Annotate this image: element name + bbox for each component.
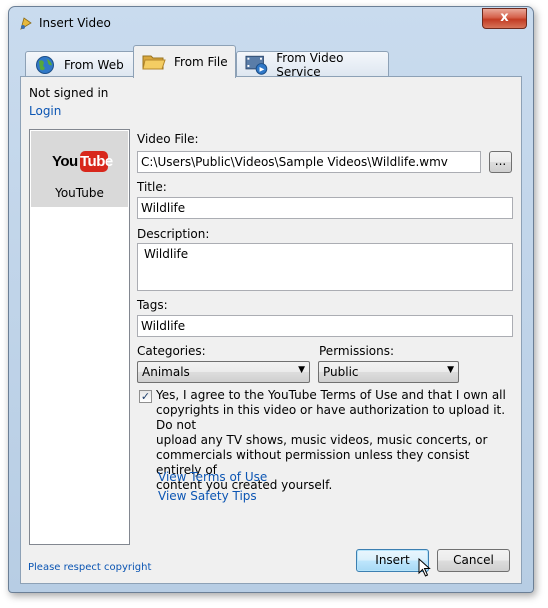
checkmark-icon: ✓: [140, 390, 151, 403]
service-list[interactable]: You Tube YouTube: [29, 129, 130, 545]
tags-field[interactable]: Wildlife: [137, 315, 513, 337]
tab-from-file[interactable]: From File: [133, 45, 236, 78]
mouse-cursor-icon: [418, 558, 431, 577]
view-terms-link[interactable]: View Terms of Use: [158, 470, 267, 484]
agree-checkbox[interactable]: ✓: [139, 390, 152, 403]
video-file-field[interactable]: C:\Users\Public\Videos\Sample Videos\Wil…: [137, 151, 481, 173]
sign-in-status: Not signed in: [29, 86, 109, 100]
insert-video-dialog: Insert Video x From Web From File From V…: [8, 6, 534, 593]
app-icon: [20, 17, 32, 30]
title-field[interactable]: Wildlife: [137, 197, 513, 219]
categories-value: Animals: [142, 365, 190, 379]
categories-label: Categories:: [137, 344, 206, 358]
tab-from-video-service[interactable]: From Video Service: [236, 50, 389, 79]
categories-select[interactable]: Animals ▼: [137, 361, 310, 383]
permissions-label: Permissions:: [319, 344, 395, 358]
title-bar[interactable]: Insert Video x: [9, 7, 533, 37]
globe-icon: [36, 55, 54, 74]
browse-button[interactable]: ...: [489, 151, 512, 173]
tab-label: From Web: [64, 57, 124, 72]
from-file-panel: Not signed in Login You Tube YouTube Vid…: [20, 76, 522, 584]
title-label: Title:: [137, 180, 167, 194]
service-name: YouTube: [55, 186, 104, 200]
login-link[interactable]: Login: [29, 104, 61, 118]
video-file-label: Video File:: [137, 132, 199, 146]
tab-label: From File: [174, 55, 228, 69]
permissions-value: Public: [323, 365, 359, 379]
dropdown-arrow-icon: ▼: [298, 365, 305, 375]
service-item-youtube[interactable]: You Tube YouTube: [31, 131, 128, 207]
cancel-button[interactable]: Cancel: [437, 549, 510, 572]
tab-from-web[interactable]: From Web: [25, 51, 137, 77]
folder-icon: [142, 55, 166, 70]
film-globe-icon: [245, 55, 268, 75]
youtube-logo: You Tube: [52, 151, 113, 172]
permissions-select[interactable]: Public ▼: [318, 361, 459, 383]
view-safety-tips-link[interactable]: View Safety Tips: [158, 489, 257, 503]
description-label: Description:: [137, 227, 210, 241]
window-title: Insert Video: [39, 16, 111, 30]
dropdown-arrow-icon: ▼: [447, 365, 454, 375]
description-field[interactable]: Wildlife: [137, 243, 513, 291]
tags-label: Tags:: [137, 298, 168, 312]
close-icon: x: [500, 10, 509, 25]
close-button[interactable]: x: [482, 8, 527, 29]
copyright-link[interactable]: Please respect copyright: [28, 562, 151, 573]
tab-label: From Video Service: [276, 50, 344, 79]
